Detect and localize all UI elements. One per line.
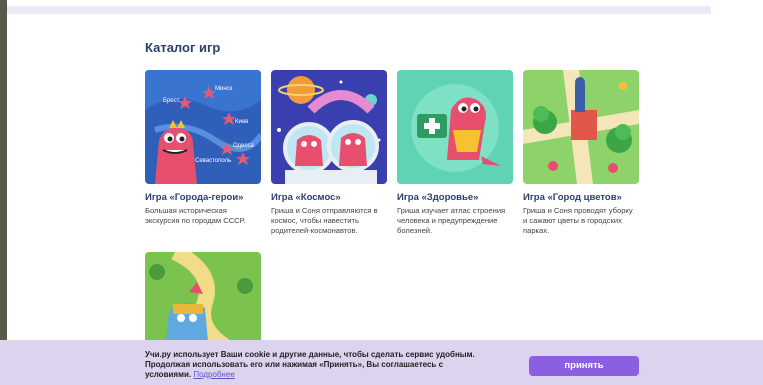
game-desc: Гриша изучает атлас строения человека и … xyxy=(397,206,506,235)
game-card-knight[interactable] xyxy=(145,252,261,352)
space-dinos-icon[interactable] xyxy=(271,70,387,184)
catalog-title: Каталог игр xyxy=(145,40,221,55)
map-cities-dino-icon[interactable]: Минск Брест Киев Одесса Севастополь xyxy=(145,70,261,184)
game-title[interactable]: Игра «Здоровье» xyxy=(397,192,513,203)
city-odessa: Одесса xyxy=(233,143,254,149)
game-card-health[interactable]: Игра «Здоровье» Гриша изучает атлас стро… xyxy=(397,70,513,236)
game-desc: Гриша и Соня проводят уборку и сажают цв… xyxy=(523,206,633,235)
cookie-message: Учи.ру использует Ваши cookie и другие д… xyxy=(145,350,485,380)
game-title[interactable]: Игра «Города-герои» xyxy=(145,192,261,203)
game-card-flowers[interactable]: Игра «Город цветов» Гриша и Соня проводя… xyxy=(523,70,639,236)
city-sevastopol: Севастополь xyxy=(195,158,231,164)
city-minsk: Минск xyxy=(215,86,233,92)
city-kiev: Киев xyxy=(235,119,248,125)
page: Каталог игр Минск Брест Киев Одесса Сева… xyxy=(7,0,711,385)
game-card-space[interactable]: Игра «Космос» Гриша и Соня отправляются … xyxy=(271,70,387,236)
knight-dino-icon[interactable] xyxy=(145,252,261,352)
game-desc: Гриша и Соня отправляются в космос, чтоб… xyxy=(271,206,378,235)
city-brest: Брест xyxy=(163,98,180,104)
accept-button[interactable]: принять xyxy=(529,356,639,376)
park-flowers-icon[interactable] xyxy=(523,70,639,184)
side-strip xyxy=(711,0,763,385)
game-title[interactable]: Игра «Город цветов» xyxy=(523,192,639,203)
game-card-cities[interactable]: Минск Брест Киев Одесса Севастополь Игра… xyxy=(145,70,261,226)
health-dino-icon[interactable] xyxy=(397,70,513,184)
cookie-more-link[interactable]: Подробнее xyxy=(193,370,235,379)
game-title[interactable]: Игра «Космос» xyxy=(271,192,387,203)
game-desc: Большая историческая экскурсия по города… xyxy=(145,206,246,225)
top-bar xyxy=(7,6,711,14)
